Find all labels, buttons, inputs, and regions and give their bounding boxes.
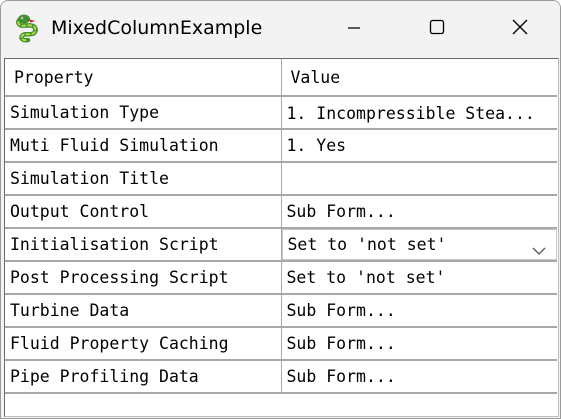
- property-cell[interactable]: Fluid Property Caching: [5, 327, 282, 361]
- python-snake-icon: [14, 13, 44, 43]
- column-header-value[interactable]: Value: [281, 59, 557, 97]
- chevron-down-icon[interactable]: [532, 241, 546, 259]
- table-row[interactable]: Initialisation Script Set to 'not set': [5, 228, 557, 262]
- value-text: 1. Incompressible Stea...: [286, 103, 535, 123]
- table-row[interactable]: Pipe Profiling Data Sub Form...: [5, 360, 557, 394]
- table-row[interactable]: Fluid Property Caching Sub Form...: [5, 327, 557, 361]
- property-cell[interactable]: Initialisation Script: [5, 228, 282, 262]
- table-row[interactable]: Turbine Data Sub Form...: [5, 294, 557, 328]
- property-table: Property Value Simulation Type 1. Incomp…: [5, 59, 557, 394]
- value-cell[interactable]: Sub Form...: [281, 195, 557, 229]
- value-cell[interactable]: 1. Incompressible Stea...: [281, 96, 557, 130]
- table-row[interactable]: Simulation Type 1. Incompressible Stea..…: [5, 96, 557, 130]
- property-cell[interactable]: Pipe Profiling Data: [5, 360, 282, 394]
- value-cell[interactable]: 1. Yes: [281, 129, 557, 163]
- maximize-icon: [429, 19, 445, 39]
- dropdown-box[interactable]: Set to 'not set': [281, 229, 557, 259]
- minimize-button[interactable]: [331, 1, 377, 57]
- minimize-icon: [347, 20, 361, 39]
- property-cell[interactable]: Simulation Title: [5, 162, 282, 196]
- property-cell[interactable]: Post Processing Script: [5, 261, 282, 295]
- window-title: MixedColumnExample: [51, 17, 263, 39]
- maximize-button[interactable]: [414, 1, 460, 57]
- header-row: Property Value: [5, 59, 557, 97]
- value-cell[interactable]: [281, 162, 557, 196]
- close-button[interactable]: [497, 1, 543, 57]
- close-icon: [512, 19, 528, 39]
- value-cell[interactable]: Sub Form...: [281, 294, 557, 328]
- value-cell[interactable]: Sub Form...: [281, 360, 557, 394]
- property-grid: Property Value Simulation Type 1. Incomp…: [4, 58, 559, 417]
- table-row[interactable]: Output Control Sub Form...: [5, 195, 557, 229]
- table-row[interactable]: Simulation Title: [5, 162, 557, 196]
- property-cell[interactable]: Output Control: [5, 195, 282, 229]
- table-row[interactable]: Post Processing Script Set to 'not set': [5, 261, 557, 295]
- value-cell[interactable]: Set to 'not set': [281, 261, 557, 295]
- property-cell[interactable]: Muti Fluid Simulation: [5, 129, 282, 163]
- app-window: MixedColumnExample Property Value Simula…: [0, 0, 561, 419]
- property-cell[interactable]: Simulation Type: [5, 96, 282, 130]
- column-header-property[interactable]: Property: [5, 59, 282, 97]
- property-cell[interactable]: Turbine Data: [5, 294, 282, 328]
- title-bar[interactable]: MixedColumnExample: [1, 1, 560, 57]
- value-cell[interactable]: Sub Form...: [281, 327, 557, 361]
- table-row[interactable]: Muti Fluid Simulation 1. Yes: [5, 129, 557, 163]
- value-dropdown[interactable]: Set to 'not set': [281, 228, 557, 262]
- dropdown-selected-value: Set to 'not set': [287, 235, 447, 254]
